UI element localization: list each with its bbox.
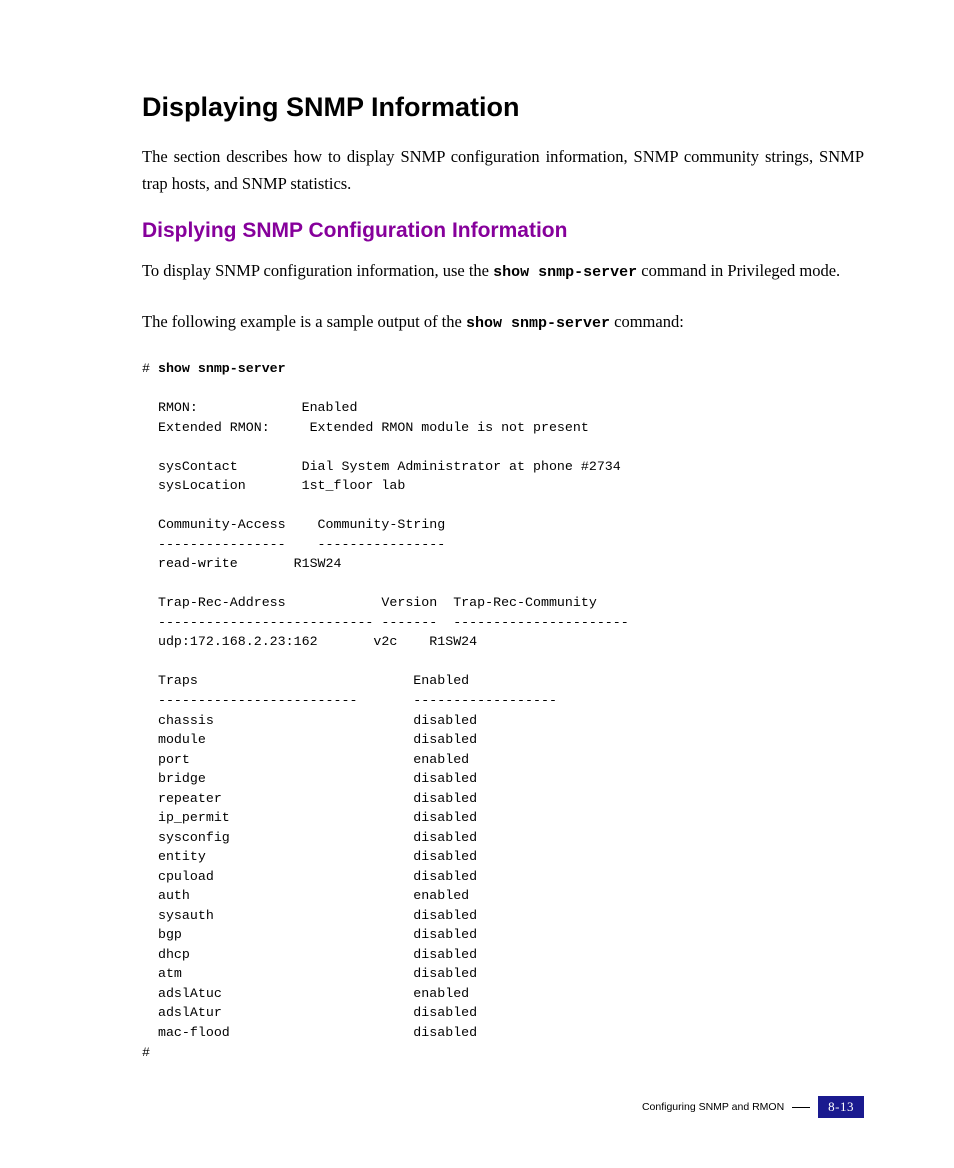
para1-pre: To display SNMP configuration informatio… (142, 261, 493, 280)
terminal-output: # show snmp-server RMON: Enabled Extende… (142, 359, 864, 1062)
inline-code-1: show snmp-server (493, 264, 637, 281)
sub-heading: Displying SNMP Configuration Information (142, 219, 864, 243)
footer-page-number: 8-13 (818, 1096, 864, 1118)
para2-pre: The following example is a sample output… (142, 312, 466, 331)
para2-post: command: (610, 312, 684, 331)
page-footer: Configuring SNMP and RMON 8-13 (642, 1096, 864, 1118)
footer-chapter-title: Configuring SNMP and RMON (642, 1101, 784, 1113)
footer-dash (792, 1107, 810, 1108)
document-page: Displaying SNMP Information The section … (0, 0, 954, 1062)
intro-paragraph: The section describes how to display SNM… (142, 143, 864, 197)
main-heading: Displaying SNMP Information (142, 92, 864, 123)
para1-post: command in Privileged mode. (637, 261, 840, 280)
paragraph-1: To display SNMP configuration informatio… (142, 257, 864, 286)
inline-code-2: show snmp-server (466, 315, 610, 332)
paragraph-2: The following example is a sample output… (142, 308, 864, 337)
